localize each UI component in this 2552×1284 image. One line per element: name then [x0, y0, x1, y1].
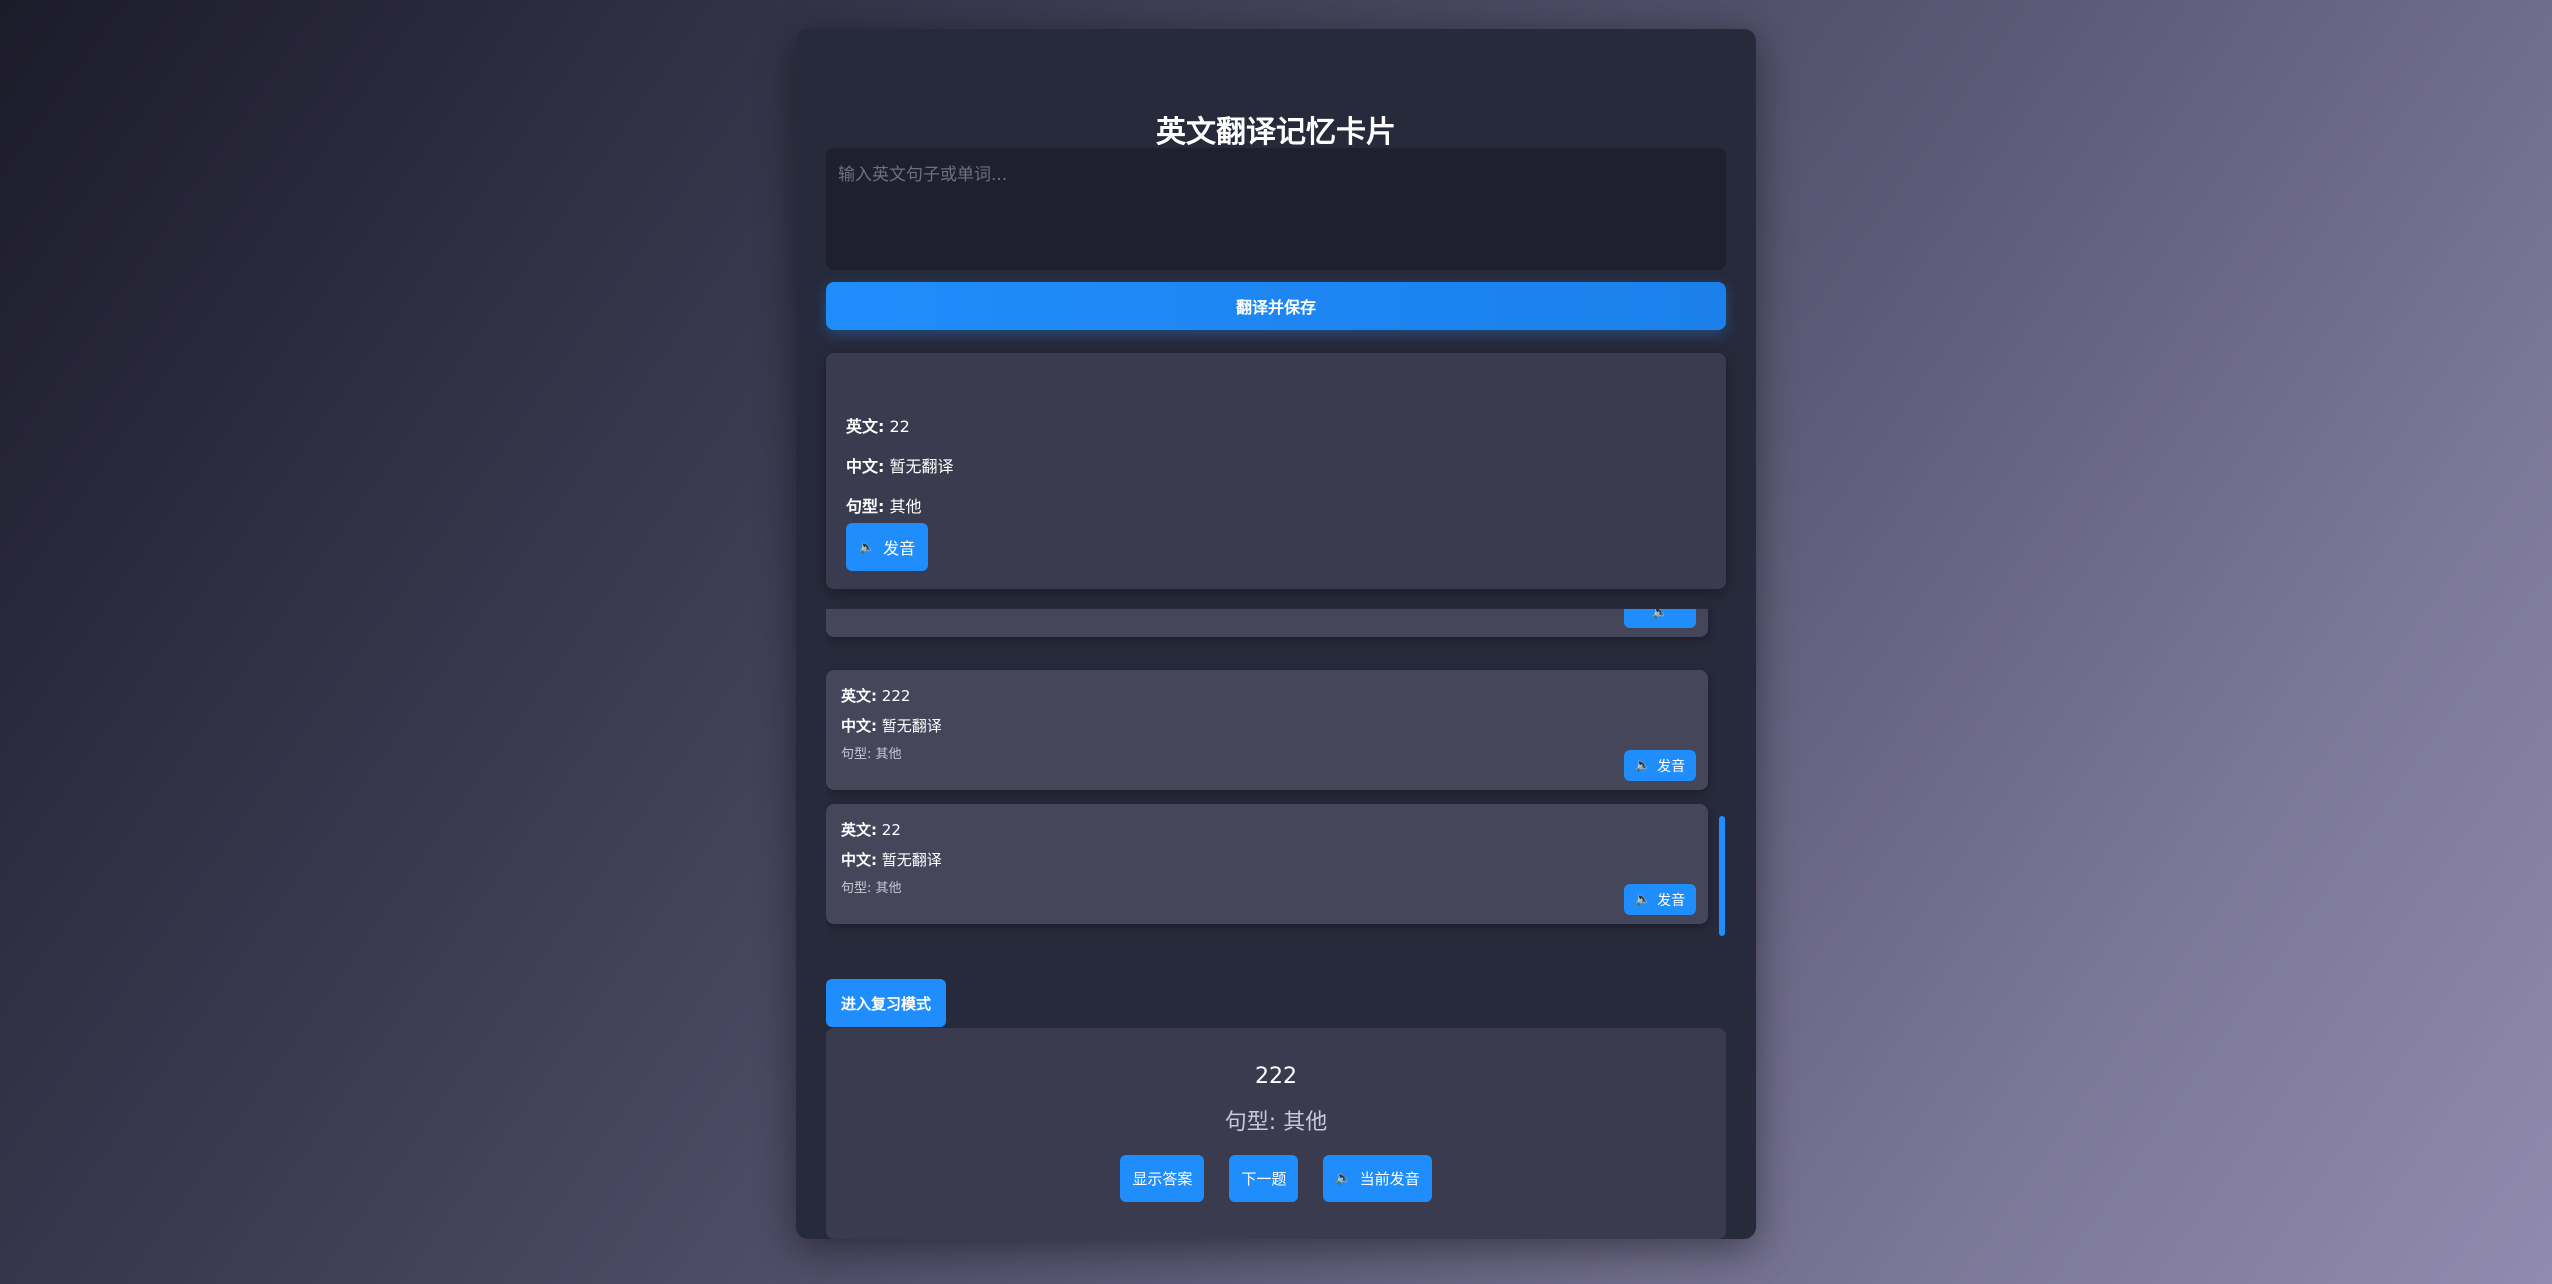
review-type: 句型: 其他: [1224, 1110, 1328, 1135]
featured-type-value: 其他: [889, 497, 922, 516]
featured-chinese-line: 中文: 暂无翻译: [846, 453, 954, 477]
speaker-icon: 🔈: [1634, 892, 1652, 907]
next-question-button[interactable]: 下一题: [1229, 1155, 1299, 1202]
list-item-chinese-value: 暂无翻译: [881, 851, 942, 869]
list-item-english-label: 英文:: [841, 687, 877, 705]
featured-type-label: 句型:: [846, 497, 885, 516]
app-title: 英文翻译记忆卡片: [1156, 115, 1396, 150]
review-word: 222: [1255, 1064, 1297, 1089]
list-item-speak-label: 发音: [1657, 758, 1686, 775]
saved-cards-list[interactable]: 🔈 英文: 222 中文: 暂无翻译 句型: 其他 🔈 发音 英文: 22 中文…: [826, 609, 1726, 939]
list-item: 英文: 22 中文: 暂无翻译 句型: 其他 🔈 发音: [826, 804, 1708, 924]
featured-english-value: 22: [889, 417, 910, 436]
english-input[interactable]: [826, 148, 1726, 270]
featured-speak-label: 发音: [883, 539, 916, 558]
translate-save-button[interactable]: 翻译并保存: [826, 282, 1726, 330]
list-item-speak-label: 发音: [1657, 892, 1686, 909]
list-item-type: 句型: 其他: [841, 881, 902, 896]
list-item-chinese: 中文: 暂无翻译: [841, 849, 942, 870]
list-item-speak-button[interactable]: 🔈 发音: [1624, 750, 1696, 781]
speaker-icon: 🔈: [1335, 1171, 1352, 1186]
featured-speak-button[interactable]: 🔈 发音: [846, 523, 928, 571]
speaker-icon: 🔈: [1634, 758, 1652, 773]
enter-review-mode-button[interactable]: 进入复习模式: [826, 979, 946, 1027]
list-item-chinese-label: 中文:: [841, 851, 877, 869]
speak-current-button[interactable]: 🔈 当前发音: [1323, 1155, 1432, 1202]
list-item-chinese: 中文: 暂无翻译: [841, 715, 942, 736]
review-card: 222 句型: 其他 显示答案 下一题 🔈 当前发音: [826, 1028, 1726, 1239]
list-item: 英文: 222 中文: 暂无翻译 句型: 其他 🔈 发音: [826, 670, 1708, 790]
featured-type-line: 句型: 其他: [846, 493, 922, 517]
list-item-english-value: 222: [881, 687, 911, 705]
review-actions: 显示答案 下一题 🔈 当前发音: [826, 1155, 1726, 1202]
featured-chinese-value: 暂无翻译: [889, 457, 954, 476]
list-item-partial: 🔈: [826, 609, 1708, 637]
list-item-english-value: 22: [881, 821, 901, 839]
list-scrollbar-thumb[interactable]: [1719, 816, 1725, 936]
list-item-english-label: 英文:: [841, 821, 877, 839]
list-item-partial-speak-button[interactable]: 🔈: [1624, 609, 1696, 628]
list-item-chinese-label: 中文:: [841, 717, 877, 735]
list-item-chinese-value: 暂无翻译: [881, 717, 942, 735]
speaker-icon: 🔈: [1651, 609, 1669, 620]
show-answer-button[interactable]: 显示答案: [1120, 1155, 1205, 1202]
featured-chinese-label: 中文:: [846, 457, 885, 476]
featured-english-label: 英文:: [846, 417, 885, 436]
flashcard-app-panel: 英文翻译记忆卡片 翻译并保存 英文: 22 中文: 暂无翻译 句型: 其他 🔈 …: [796, 29, 1756, 1239]
featured-english-line: 英文: 22: [846, 413, 910, 437]
list-item-english: 英文: 222: [841, 685, 910, 706]
list-item-speak-button[interactable]: 🔈 发音: [1624, 884, 1696, 915]
list-item-english: 英文: 22: [841, 819, 901, 840]
featured-card: 英文: 22 中文: 暂无翻译 句型: 其他 🔈 发音: [826, 353, 1726, 589]
speak-current-label: 当前发音: [1359, 1170, 1420, 1188]
speaker-icon: 🔈: [858, 539, 876, 555]
list-item-type: 句型: 其他: [841, 747, 902, 762]
